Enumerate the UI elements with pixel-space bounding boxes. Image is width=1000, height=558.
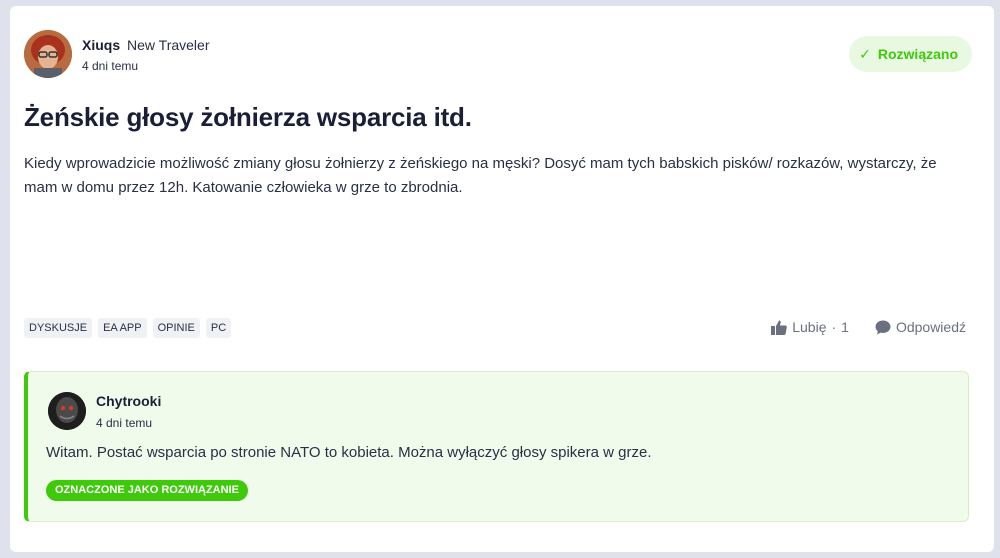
tag-pc[interactable]: PC xyxy=(205,318,232,338)
like-button[interactable]: Lubię · 1 xyxy=(771,319,849,335)
author-name[interactable]: Xiuqs xyxy=(82,37,120,53)
user-avatar-icon xyxy=(48,392,86,430)
solved-label: Rozwiązano xyxy=(877,46,958,62)
post-actions: Lubię · 1 Odpowiedź xyxy=(771,319,966,335)
tag-list: Dyskusje EA App Opinie PC xyxy=(24,318,232,338)
answer-author-name[interactable]: Chytrooki xyxy=(96,393,161,409)
accepted-answer: Chytrooki 4 dni temu Witam. Postać wspar… xyxy=(24,371,969,522)
post-timestamp: 4 dni temu xyxy=(82,59,139,73)
tag-ea-app[interactable]: EA App xyxy=(98,318,147,338)
author-avatar[interactable] xyxy=(24,30,72,78)
answer-timestamp: 4 dni temu xyxy=(96,416,153,430)
like-separator: · xyxy=(831,319,837,335)
tag-opinie[interactable]: Opinie xyxy=(152,318,200,338)
like-label: Lubię xyxy=(792,319,827,335)
post-title: Żeńskie głosy żołnierza wsparcia itd. xyxy=(24,102,472,132)
reply-label: Odpowiedź xyxy=(895,319,966,335)
reply-button[interactable]: Odpowiedź xyxy=(875,319,966,335)
like-count: 1 xyxy=(841,319,849,335)
solved-badge: ✓ Rozwiązano xyxy=(849,36,972,72)
answer-body: Witam. Postać wsparcia po stronie NATO t… xyxy=(46,444,652,461)
post-author: Xiuqs New Traveler 4 dni temu xyxy=(24,30,209,78)
thumbs-up-icon xyxy=(771,320,788,335)
accepted-solution-badge: Oznaczone jako rozwiązanie xyxy=(46,480,248,501)
post-body: Kiedy wprowadzicie możliwość zmiany głos… xyxy=(24,155,937,196)
chat-bubble-icon xyxy=(875,320,891,334)
tag-dyskusje[interactable]: Dyskusje xyxy=(24,318,93,338)
post-card: Xiuqs New Traveler 4 dni temu ✓ Rozwiąza… xyxy=(10,6,994,552)
answer-author-avatar[interactable] xyxy=(48,392,86,430)
author-rank: New Traveler xyxy=(127,37,210,53)
user-avatar-icon xyxy=(24,30,72,78)
check-icon: ✓ xyxy=(859,45,871,62)
